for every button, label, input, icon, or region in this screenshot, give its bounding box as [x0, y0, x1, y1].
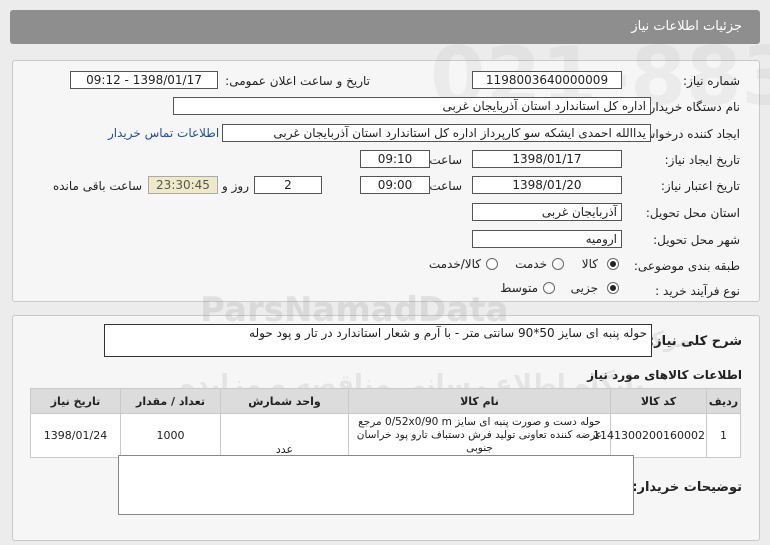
col-item-code: کد کالا	[610, 388, 707, 414]
remaining-time-field: 23:30:45	[148, 176, 218, 194]
created-date-label: تاریخ ایجاد نیاز:	[664, 153, 740, 167]
cell-quantity: 1000	[120, 413, 221, 458]
buyer-notes-label: توضیحات خریدار:	[632, 480, 742, 495]
validity-time-label: ساعت	[429, 179, 462, 193]
purchase-medium-radio[interactable]	[543, 282, 555, 294]
cell-row-number: 1	[706, 413, 741, 458]
items-table: ردیف کد کالا نام کالا واحد شمارش تعداد /…	[30, 388, 741, 458]
purchase-type-label: نوع فرآیند خرید :	[655, 284, 740, 298]
items-title: اطلاعات کالاهای مورد نیاز	[587, 368, 742, 382]
purchase-minor-radio[interactable]	[607, 282, 619, 294]
category-goods-radio[interactable]	[607, 258, 619, 270]
created-time-field: 09:10	[360, 150, 430, 168]
description-field: حوله پنبه ای سایز 50*90 سانتی متر - با آ…	[104, 324, 652, 357]
created-time-label: ساعت	[429, 153, 462, 167]
province-label: استان محل تحویل:	[645, 206, 740, 220]
buyer-org-label: نام دستگاه خریدار:	[645, 100, 741, 114]
items-header-row: ردیف کد کالا نام کالا واحد شمارش تعداد /…	[30, 388, 741, 414]
need-number-label: شماره نیاز:	[683, 74, 740, 88]
col-item-name: نام کالا	[348, 388, 611, 414]
day-and-label: روز و	[222, 179, 249, 193]
city-field: ارومیه	[472, 230, 622, 248]
cell-need-date: 1398/01/24	[30, 413, 121, 458]
category-both-radio[interactable]	[486, 258, 498, 270]
created-date-field: 1398/01/17	[472, 150, 622, 168]
col-row-number: ردیف	[706, 388, 741, 414]
page-header: جزئیات اطلاعات نیاز	[10, 10, 760, 44]
cell-item-name: حوله دست و صورت پنبه ای سایز 0/52x0/90 m…	[348, 413, 611, 458]
purchase-minor-label: جزیی	[570, 281, 598, 295]
announce-field: 1398/01/17 - 09:12	[70, 71, 218, 89]
validity-date-field: 1398/01/20	[472, 176, 622, 194]
purchase-medium-label: متوسط	[500, 281, 538, 295]
province-field: آذربایجان غربی	[472, 203, 622, 221]
city-label: شهر محل تحویل:	[653, 233, 740, 247]
remaining-label: ساعت باقی مانده	[52, 179, 142, 193]
need-number-field: 1198003640000009	[472, 71, 622, 89]
description-label: شرح کلی نیاز:	[648, 334, 742, 349]
category-label: طبقه بندی موضوعی:	[633, 259, 740, 273]
page-title: جزئیات اطلاعات نیاز	[631, 19, 742, 34]
validity-time-field: 09:00	[360, 176, 430, 194]
contact-buyer-link[interactable]: اطلاعات تماس خریدار	[108, 126, 219, 140]
col-need-date: تاریخ نیاز	[30, 388, 121, 414]
days-field: 2	[254, 176, 322, 194]
category-both-label: کالا/خدمت	[428, 257, 481, 271]
creator-field: یداالله احمدی ایشکه سو کارپرداز اداره کل…	[222, 124, 651, 142]
category-service-label: خدمت	[515, 257, 547, 271]
col-unit: واحد شمارش	[220, 388, 349, 414]
col-quantity: تعداد / مقدار	[120, 388, 221, 414]
buyer-org-field: اداره کل استاندارد استان آذربایجان غربی	[173, 97, 651, 115]
cell-unit: عدد	[220, 413, 349, 458]
cell-item-code: 1141300200160002	[593, 413, 707, 458]
validity-label: تاریخ اعتبار نیاز:	[660, 179, 740, 193]
buyer-notes-field	[118, 455, 634, 515]
category-service-radio[interactable]	[552, 258, 564, 270]
table-row: 1 1141300200160002 حوله دست و صورت پنبه …	[30, 413, 741, 458]
announce-label: تاریخ و ساعت اعلان عمومی:	[225, 74, 370, 88]
category-goods-label: کالا	[581, 257, 598, 271]
